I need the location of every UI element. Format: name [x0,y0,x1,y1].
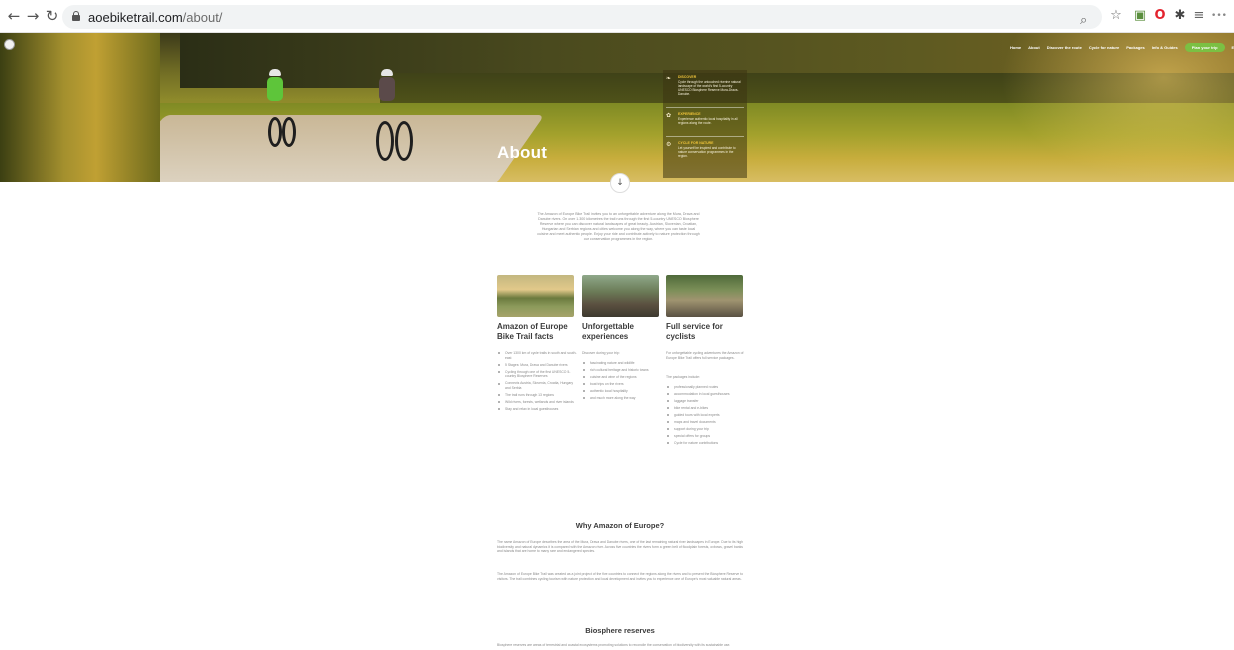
nav-packages[interactable]: Packages [1126,45,1144,50]
url-path: /about/ [182,10,223,25]
site-logo[interactable] [4,39,15,50]
section-paragraph: Biosphere reserves are areas of terrestr… [497,643,731,647]
intro-text: The Amazon of Europe Bike Trail invites … [537,212,700,241]
cycling-group-photo [582,275,659,317]
lock-icon[interactable] [72,11,80,21]
list-item: luggage transfer [666,399,746,404]
opera-icon[interactable]: O [1152,8,1168,24]
list-item: bike rental and e-bikes [666,406,746,411]
puzzle-icon[interactable]: ✱ [1172,8,1188,24]
list-item: Stay and relax in local guesthouses [497,407,577,412]
feature-text: Let yourself be inspired and contribute … [678,146,736,158]
back-icon[interactable]: ← [6,8,22,24]
service-list: professionally planned routes accommodat… [666,385,746,448]
url-text[interactable]: aoebiketrail.com/about/ [88,10,222,25]
feature-text: Cycle through the untouched riverine nat… [678,80,741,96]
reload-icon[interactable]: ↻ [44,8,60,24]
nav-info-guides[interactable]: Info & Guides [1152,45,1178,50]
list-item: The trail runs through 13 regions [497,393,577,398]
nav-home[interactable]: Home [1010,45,1021,50]
list-item: rich cultural heritage and historic town… [582,368,662,373]
list-item: accommodation in local guesthouses [666,392,746,397]
main-navigation: Home About Discover the route Cycle for … [1010,41,1234,53]
card-intro: Discover during your trip: [582,351,620,355]
card-intro-secondary: The packages include: [666,375,700,379]
section-title-why: Why Amazon of Europe? [575,521,665,530]
list-item: maps and travel documents [666,420,746,425]
nav-cycle-for-nature[interactable]: Cycle for nature [1089,45,1119,50]
card-title: Unforgettable experiences [582,322,634,341]
list-item: 5 Stages: Mura, Drava and Danube rivers [497,363,577,368]
card-intro: For unforgettable cycling adventures the… [666,351,744,360]
bike-icon: ⚙ [666,141,672,148]
profile-icon[interactable]: ••• [1210,8,1228,24]
list-item: professionally planned routes [666,385,746,390]
list-item: Wild rivers, forests, wetlands and river… [497,400,577,405]
nav-discover-route[interactable]: Discover the route [1047,45,1082,50]
scroll-down-button[interactable]: ↓ [610,173,630,193]
address-bar[interactable]: aoebiketrail.com/about/ ⌕ [62,5,1102,29]
list-item: authentic local hospitality [582,389,662,394]
list-item: and much more along the way [582,396,662,401]
page-title: About [497,143,548,162]
list-item: cuisine and wine of the regions [582,375,662,380]
section-paragraph: The Amazon of Europe Bike Trail was crea… [497,572,743,581]
facts-list: Over 1300 km of cycle trails in south an… [497,351,577,414]
list-item: fascinating nature and wildlife [582,361,662,366]
experiences-list: fascinating nature and wildlife rich cul… [582,361,662,403]
section-title-biosphere: Biosphere reserves [585,626,655,635]
url-host: aoebiketrail.com [88,10,183,25]
list-item: Cycle for nature contributions [666,441,746,446]
feature-text: Experience authentic local hospitality i… [678,117,738,125]
playlist-icon[interactable]: ≡ [1191,8,1207,24]
section-paragraph: The name Amazon of Europe describes the … [497,540,743,554]
nav-about[interactable]: About [1028,45,1040,50]
list-item: special offers for groups [666,434,746,439]
plan-trip-button[interactable]: Plan your trip [1184,42,1225,52]
arrow-down-icon: ↓ [616,178,624,188]
list-item: guided tours with local experts [666,413,746,418]
list-item: Over 1300 km of cycle trails in south an… [497,351,577,360]
hospitality-icon: ✿ [666,112,672,119]
card-title: Amazon of Europe Bike Trail facts [497,322,568,341]
leaf-icon: ❧ [666,75,672,82]
list-item: support during your trip [666,427,746,432]
forward-icon[interactable]: → [25,8,41,24]
zoom-icon[interactable]: ⌕ [1080,13,1087,29]
extension-icon[interactable]: ▣ [1132,8,1148,24]
star-icon[interactable]: ☆ [1108,8,1124,24]
list-item: Connects Austria, Slovenia, Croatia, Hun… [497,381,577,390]
card-title: Full service for cyclists [666,322,723,341]
bikes-photo [666,275,743,317]
list-item: boat trips on the rivers [582,382,662,387]
feature-panel: ❧ DISCOVER Cycle through the untouched r… [663,70,747,178]
list-item: Cycling through one of the first UNESCO … [497,370,577,379]
browser-toolbar: ← → ↻ aoebiketrail.com/about/ ⌕ ☆ ▣ O ✱ … [0,0,1234,33]
feature-title: CYCLE FOR NATURE [678,141,714,145]
hero-banner: Home About Discover the route Cycle for … [0,33,1234,182]
river-photo [497,275,574,317]
feature-title: EXPERIENCE [678,112,701,116]
cornfield-image [0,33,160,182]
feature-title: DISCOVER [678,75,697,79]
